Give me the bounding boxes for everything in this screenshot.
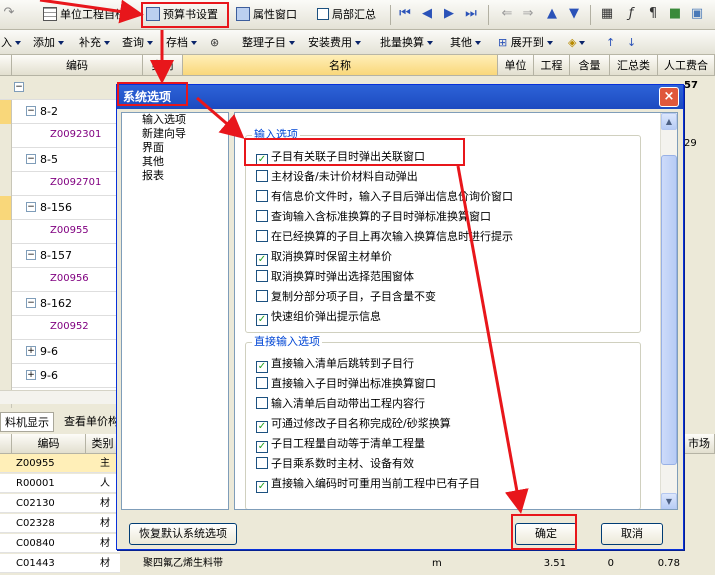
annotation-arrows (39, 0, 529, 514)
arrow (39, 0, 144, 24)
arrow (196, 96, 245, 139)
arrow (456, 165, 529, 514)
